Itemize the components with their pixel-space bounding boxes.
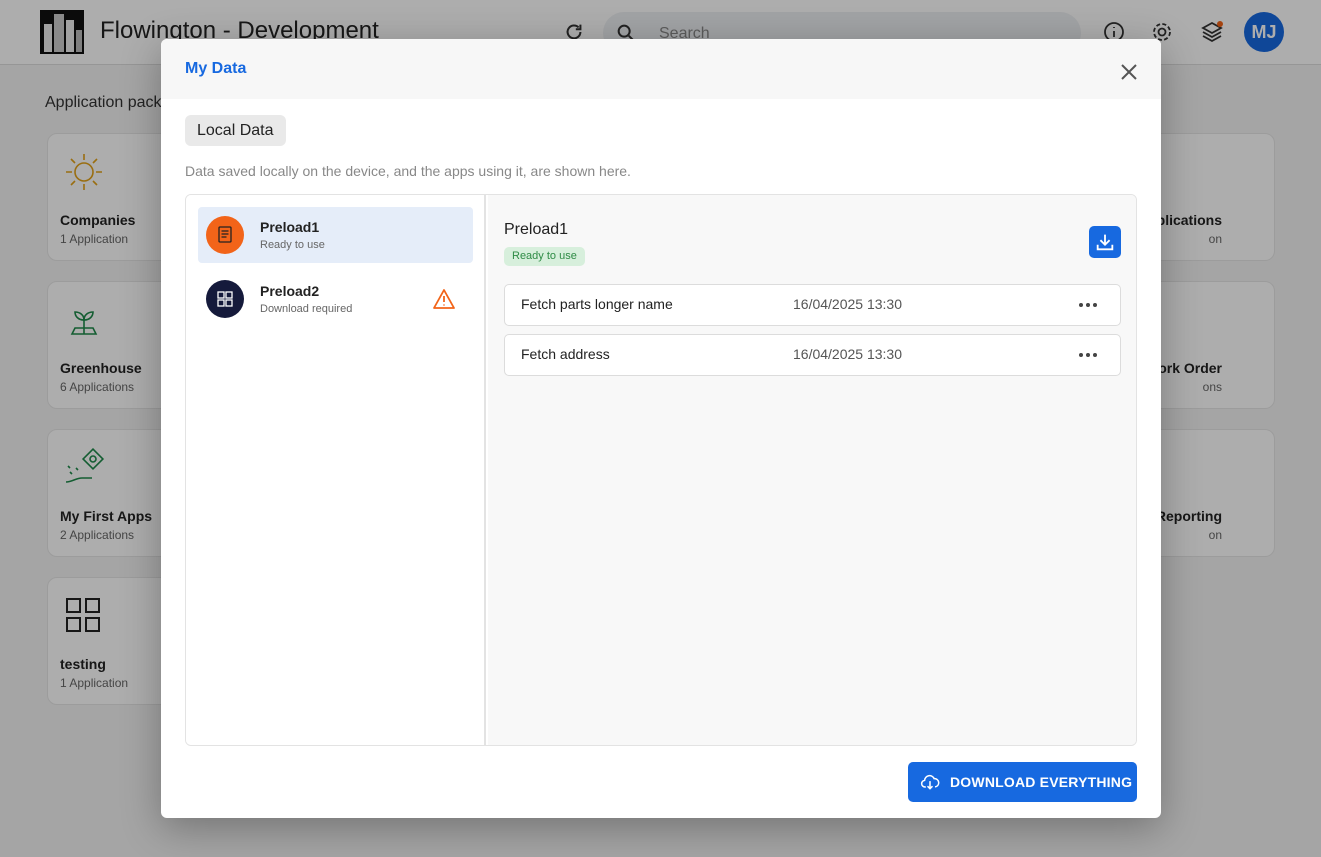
list-item-name: Preload2 [260,283,320,299]
grid-icon [206,280,244,318]
document-icon [206,216,244,254]
detail-pane: Preload1 Ready to use Fetch parts longer… [488,195,1136,745]
cloud-download-icon [920,772,940,792]
dialog-header: My Data [161,39,1161,99]
row-date: 16/04/2025 13:30 [793,296,902,312]
list-item-preload2[interactable]: Preload2 Download required [198,271,473,327]
data-panel: Preload1 Ready to use Preload2 Download … [185,194,1137,746]
table-row[interactable]: Fetch parts longer name 16/04/2025 13:30 [504,284,1121,326]
download-everything-label: DOWNLOAD EVERYTHING [950,774,1133,790]
list-item-status: Ready to use [260,239,325,251]
preload-list: Preload1 Ready to use Preload2 Download … [186,195,486,745]
warning-icon [432,288,456,310]
more-icon[interactable] [1075,295,1101,315]
table-row[interactable]: Fetch address 16/04/2025 13:30 [504,334,1121,376]
row-name: Fetch address [521,346,610,362]
detail-title: Preload1 [504,221,569,238]
download-icon [1096,234,1114,251]
download-button[interactable] [1089,226,1121,258]
tab-local-data[interactable]: Local Data [185,115,286,146]
list-item-preload1[interactable]: Preload1 Ready to use [198,207,473,263]
more-icon[interactable] [1075,345,1101,365]
download-everything-button[interactable]: DOWNLOAD EVERYTHING [908,762,1137,802]
status-badge: Ready to use [504,247,585,266]
dialog-description: Data saved locally on the device, and th… [185,163,631,179]
list-item-name: Preload1 [260,219,320,235]
row-name: Fetch parts longer name [521,296,673,312]
dialog-title: My Data [185,60,247,77]
row-date: 16/04/2025 13:30 [793,346,902,362]
my-data-dialog: My Data Local Data Data saved locally on… [161,39,1161,818]
list-item-status: Download required [260,303,353,315]
close-icon[interactable] [1117,60,1141,84]
